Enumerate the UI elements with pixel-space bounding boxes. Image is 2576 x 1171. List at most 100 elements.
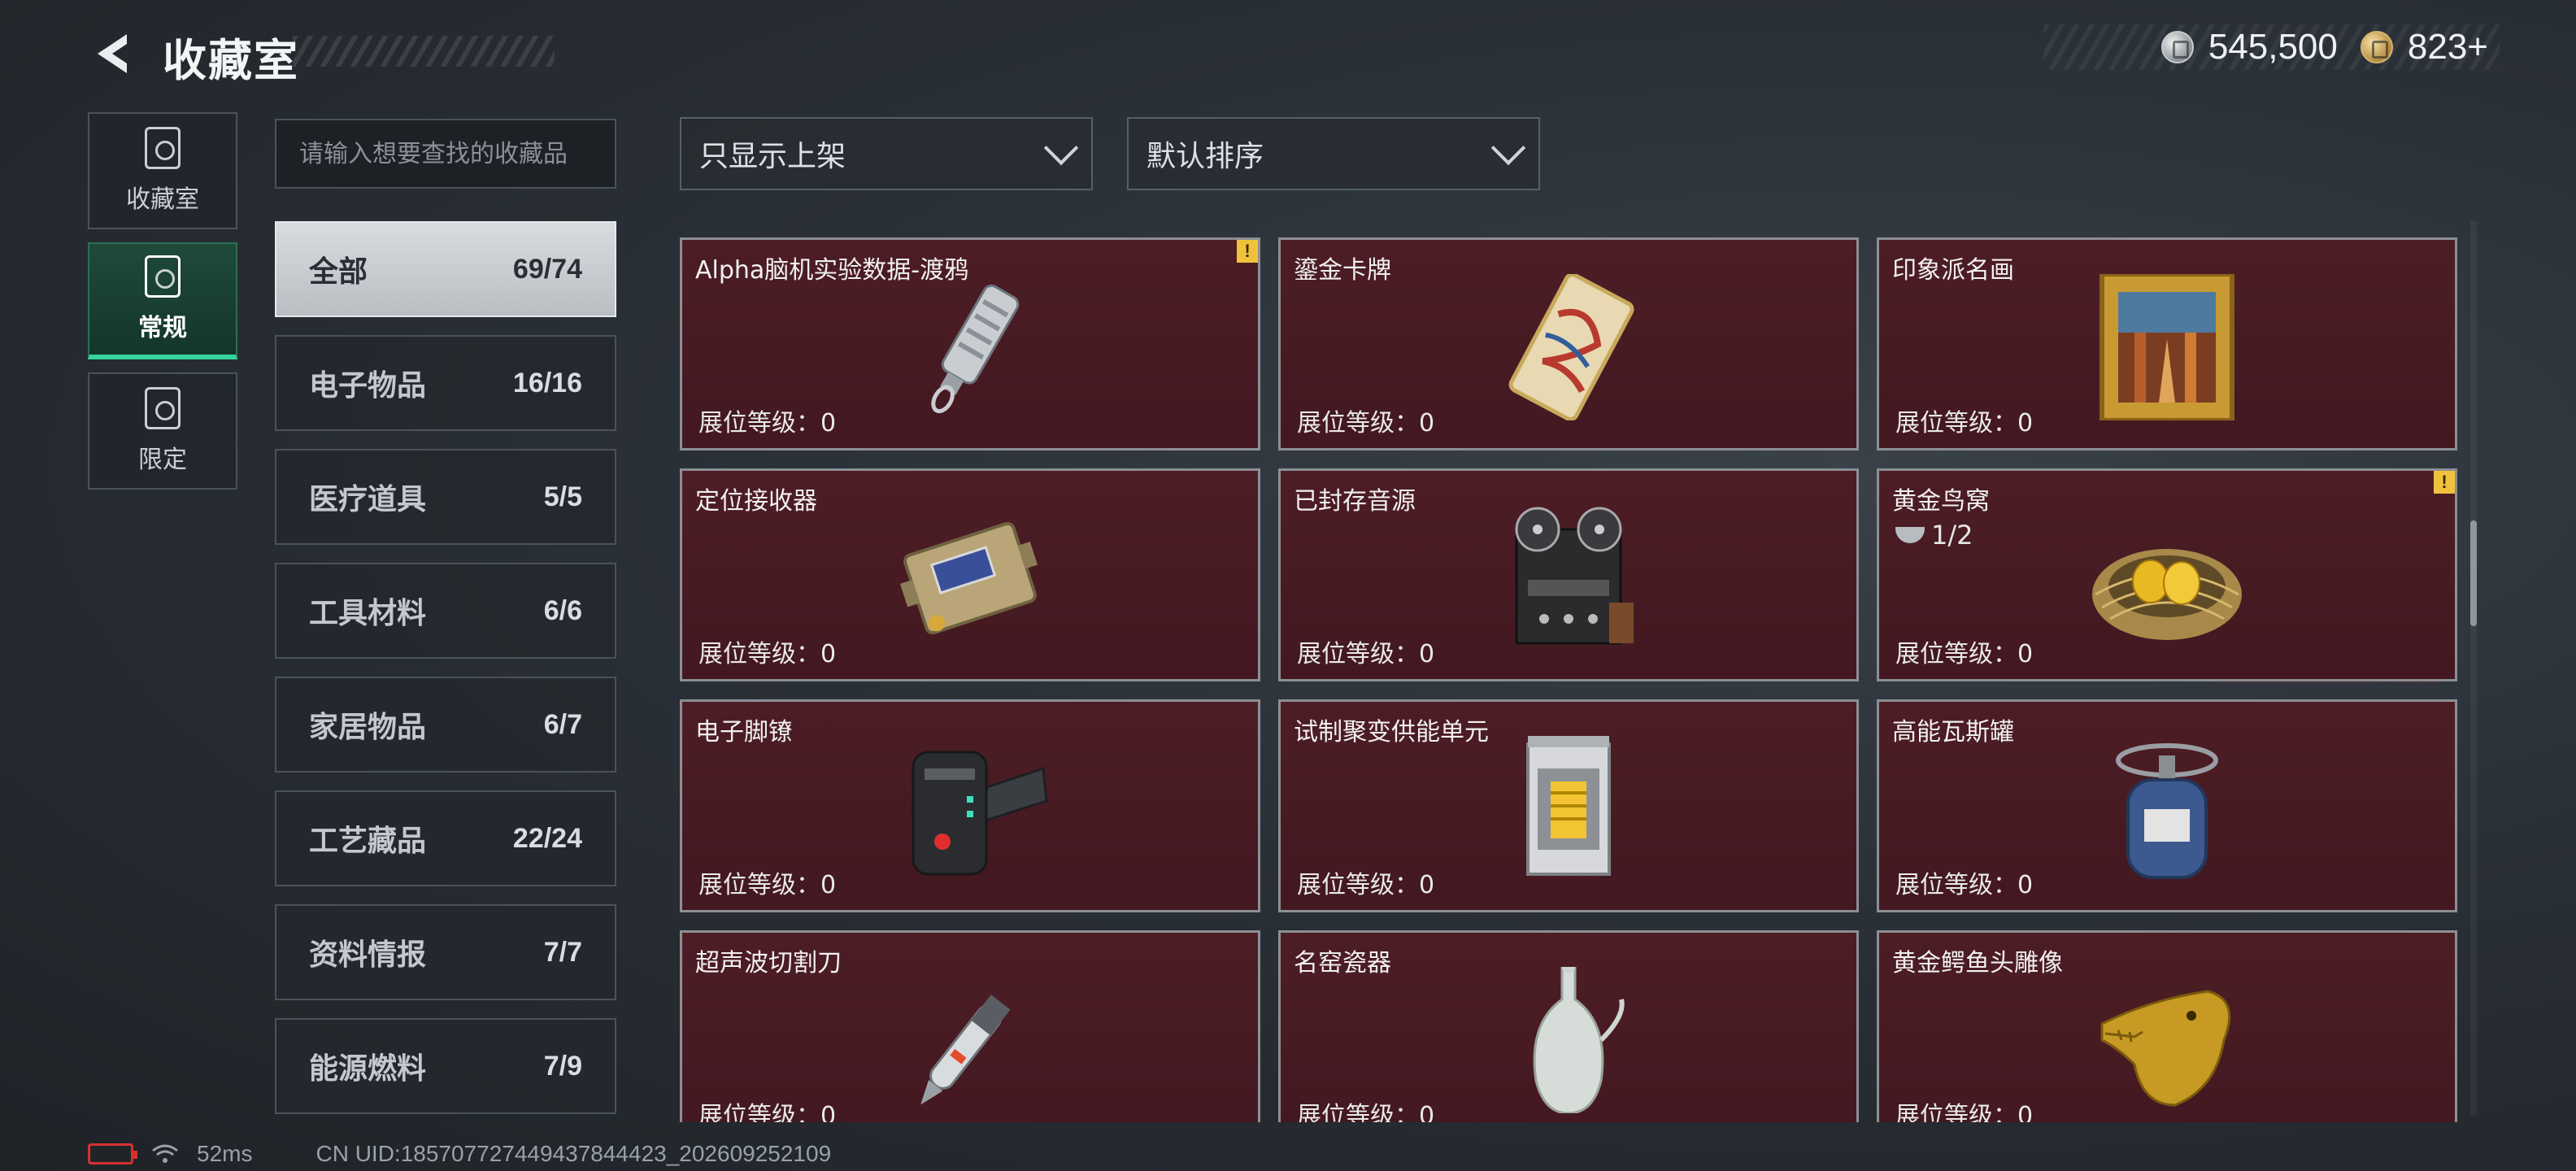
booth-level: 展位等级：0 bbox=[1895, 640, 2034, 668]
collection-item-card[interactable]: 高能瓦斯罐 展位等级：0 bbox=[1877, 699, 2457, 912]
gold-coin-icon bbox=[2360, 31, 2393, 63]
item-name: 黄金鳄鱼头雕像 bbox=[1892, 949, 2063, 977]
battery-icon bbox=[88, 1143, 137, 1164]
nav-collection-room[interactable]: 收藏室 bbox=[88, 112, 237, 229]
booth-level: 展位等级：0 bbox=[1895, 409, 2034, 437]
item-name: 超声波切割刀 bbox=[695, 949, 842, 977]
filter-label: 只显示上架 bbox=[699, 140, 846, 173]
item-name: 电子脚镣 bbox=[695, 718, 793, 747]
category-count: 7/7 bbox=[543, 936, 582, 968]
item-name: 名窑瓷器 bbox=[1294, 949, 1391, 977]
sort-label: 默认排序 bbox=[1147, 140, 1264, 173]
ankle-monitor-icon bbox=[912, 751, 1048, 876]
page-title: 收藏室 bbox=[163, 35, 299, 86]
wifi-icon bbox=[152, 1144, 178, 1163]
collection-item-card[interactable]: 已封存音源 展位等级：0 bbox=[1278, 468, 1859, 681]
collection-item-card[interactable]: 黄金鸟窝 ! 1/2 展位等级：0 bbox=[1877, 468, 2457, 681]
category-count: 7/9 bbox=[543, 1050, 582, 1082]
item-name: 试制聚变供能单元 bbox=[1294, 718, 1489, 747]
sort-dropdown[interactable]: 默认排序 bbox=[1127, 117, 1540, 190]
category-electronics[interactable]: 电子物品 16/16 bbox=[275, 335, 616, 431]
uid-text: CN UID:18570772744943784​4423_2026092521… bbox=[315, 1141, 832, 1166]
category-home[interactable]: 家居物品 6/7 bbox=[275, 677, 616, 773]
back-arrow-icon[interactable] bbox=[89, 29, 135, 78]
collection-item-card[interactable]: 定位接收器 展位等级：0 bbox=[680, 468, 1260, 681]
category-count: 16/16 bbox=[512, 367, 582, 398]
booth-level: 展位等级：0 bbox=[698, 871, 837, 899]
item-name: 高能瓦斯罐 bbox=[1892, 718, 2014, 747]
collection-item-card[interactable]: 电子脚镣 展位等级：0 bbox=[680, 699, 1260, 912]
gilded-card-icon bbox=[1508, 274, 1634, 420]
category-list: 全部 69/74 电子物品 16/16 医疗道具 5/5 工具材料 6/6 家居… bbox=[275, 221, 616, 1132]
booth-level: 展位等级：0 bbox=[1297, 640, 1435, 668]
title-decoration bbox=[293, 36, 555, 67]
item-name: 黄金鸟窝 bbox=[1892, 487, 1990, 516]
nav-label: 收藏室 bbox=[126, 185, 199, 214]
item-name: 印象派名画 bbox=[1892, 256, 2014, 285]
item-name: 已封存音源 bbox=[1294, 487, 1416, 516]
grid-scrollbar-track[interactable] bbox=[2470, 221, 2477, 1116]
collection-item-card[interactable]: 黄金鳄鱼头雕像 展位等级：0 bbox=[1877, 930, 2457, 1122]
tape-recorder-icon bbox=[1515, 507, 1634, 645]
golden-nest-icon bbox=[2092, 549, 2242, 640]
booth-level: 展位等级：0 bbox=[698, 409, 837, 437]
category-count: 6/6 bbox=[543, 594, 582, 626]
category-energy[interactable]: 能源燃料 7/9 bbox=[275, 1018, 616, 1114]
booth-level: 展位等级：0 bbox=[1297, 1102, 1435, 1122]
category-medical[interactable]: 医疗道具 5/5 bbox=[275, 449, 616, 545]
nav-limited[interactable]: 限定 bbox=[88, 372, 237, 490]
booth-level: 展位等级：0 bbox=[1895, 871, 2034, 899]
nav-label: 限定 bbox=[138, 446, 187, 474]
warning-icon: ! bbox=[2434, 471, 2455, 494]
filter-dropdown[interactable]: 只显示上架 bbox=[680, 117, 1093, 190]
collection-item-card[interactable]: Alpha脑机实验数据-渡鸦 ! 展位等级：0 bbox=[680, 237, 1260, 451]
nest-icon bbox=[1895, 527, 1925, 543]
golden-crocodile-icon bbox=[2100, 990, 2231, 1107]
collection-item-card[interactable]: 名窑瓷器 展位等级：0 bbox=[1278, 930, 1859, 1122]
category-crafts[interactable]: 工艺藏品 22/24 bbox=[275, 790, 616, 886]
collection-item-card[interactable]: 超声波切割刀 展位等级：0 bbox=[680, 930, 1260, 1122]
status-bar: 52ms CN UID:18570772744943784​4423_20260… bbox=[88, 1140, 831, 1168]
nav-regular[interactable]: 常规 bbox=[88, 242, 237, 359]
limited-icon bbox=[145, 387, 181, 429]
currency-bar: 545,500 823+ bbox=[2044, 24, 2500, 70]
silver-value: 545,500 bbox=[2208, 27, 2338, 67]
category-name: 全部 bbox=[309, 255, 368, 289]
category-count: 5/5 bbox=[543, 481, 582, 512]
item-name: 鎏金卡牌 bbox=[1294, 256, 1391, 285]
item-name: 定位接收器 bbox=[695, 487, 817, 516]
search-input[interactable] bbox=[275, 119, 616, 189]
left-nav: 收藏室 常规 限定 bbox=[88, 112, 237, 503]
grid-scrollbar-thumb[interactable] bbox=[2470, 520, 2477, 626]
collection-room-icon bbox=[145, 127, 181, 169]
category-intel[interactable]: 资料情报 7/7 bbox=[275, 904, 616, 1000]
category-name: 医疗道具 bbox=[309, 483, 427, 516]
collection-item-card[interactable]: 鎏金卡牌 展位等级：0 bbox=[1278, 237, 1859, 451]
chevron-down-icon bbox=[1490, 130, 1526, 166]
regular-icon bbox=[145, 255, 181, 298]
warning-icon: ! bbox=[1237, 240, 1258, 263]
nest-progress: 1/2 bbox=[1895, 520, 1973, 551]
category-count: 22/24 bbox=[512, 822, 582, 854]
collection-item-card[interactable]: 印象派名画 展位等级：0 bbox=[1877, 237, 2457, 451]
gold-value[interactable]: 823+ bbox=[2408, 27, 2488, 67]
category-name: 家居物品 bbox=[309, 711, 427, 744]
category-name: 电子物品 bbox=[309, 369, 427, 403]
booth-level: 展位等级：0 bbox=[1895, 1102, 2034, 1122]
category-tools[interactable]: 工具材料 6/6 bbox=[275, 563, 616, 659]
chevron-down-icon bbox=[1043, 130, 1079, 166]
porcelain-vase-icon bbox=[1533, 967, 1625, 1113]
ultrasonic-cutter-icon bbox=[920, 995, 1011, 1105]
ping-value: 52ms bbox=[197, 1141, 253, 1166]
top-bar: 收藏室 545,500 823+ bbox=[0, 0, 2576, 106]
category-name: 能源燃料 bbox=[309, 1052, 427, 1086]
category-count: 6/7 bbox=[543, 708, 582, 740]
category-name: 资料情报 bbox=[309, 938, 427, 972]
category-count: 69/74 bbox=[512, 253, 582, 285]
fusion-unit-icon bbox=[1526, 736, 1611, 876]
booth-level: 展位等级：0 bbox=[1297, 871, 1435, 899]
gas-tank-icon bbox=[2116, 743, 2218, 879]
category-all[interactable]: 全部 69/74 bbox=[275, 221, 616, 317]
category-name: 工具材料 bbox=[309, 597, 427, 630]
collection-item-card[interactable]: 试制聚变供能单元 展位等级：0 bbox=[1278, 699, 1859, 912]
